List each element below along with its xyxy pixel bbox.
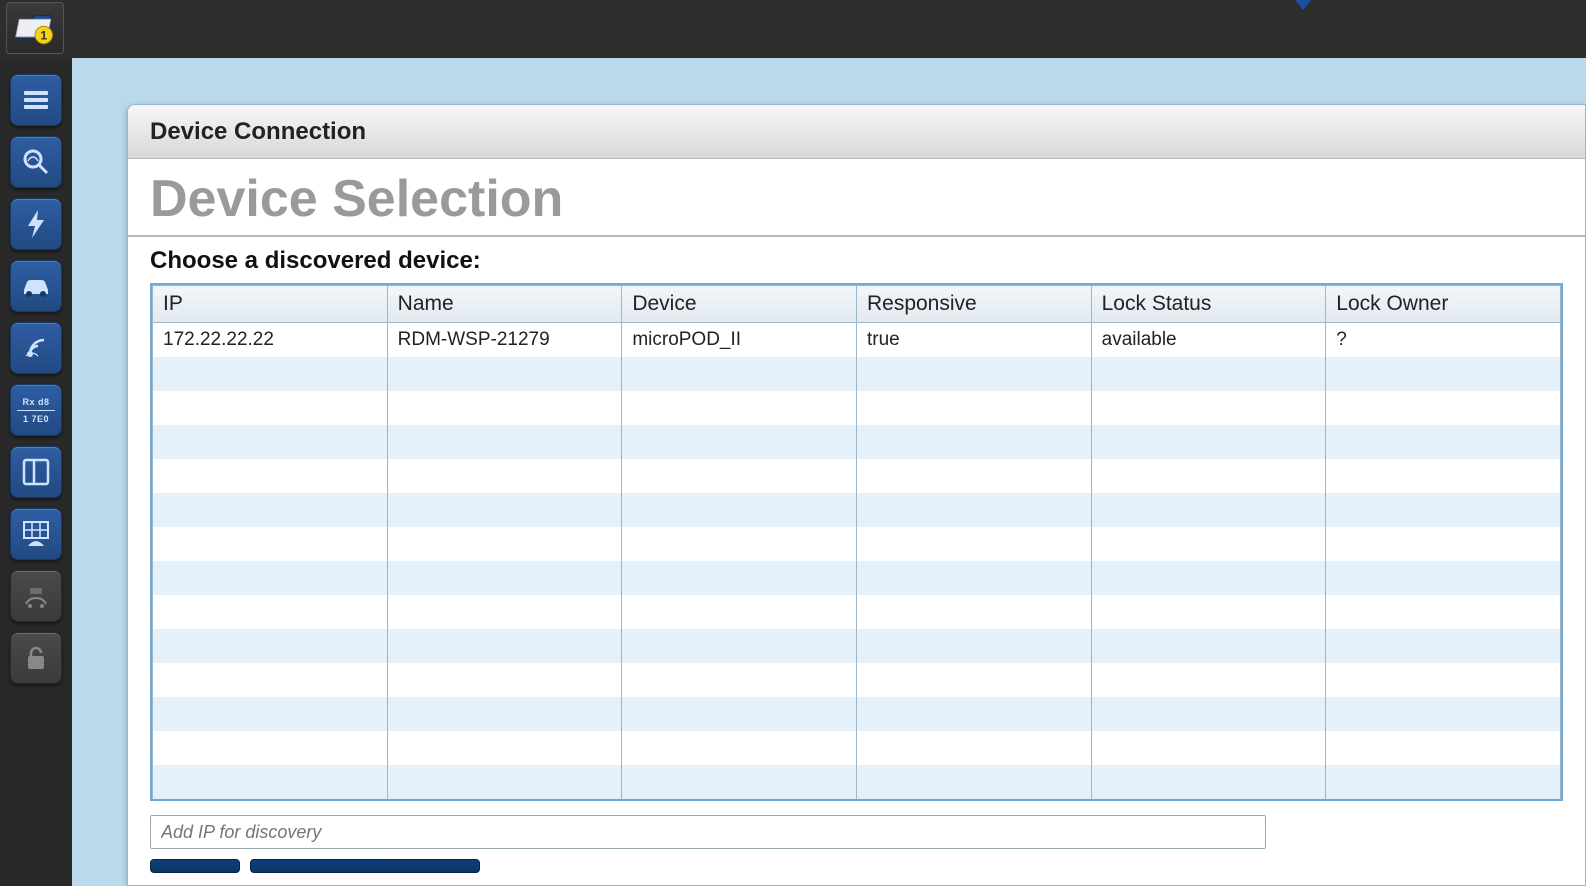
sidebar-vehicle-button[interactable] (10, 260, 62, 312)
search-car-icon (20, 146, 52, 178)
cursor-indicator (1295, 0, 1311, 10)
layout-icon (20, 456, 52, 488)
cell-device: microPOD_II (622, 323, 857, 358)
bottom-button-row (150, 859, 1563, 873)
panel-header-text: Device Connection (150, 118, 366, 146)
table-row[interactable]: 172.22.22.22RDM-WSP-21279microPOD_IItrue… (153, 323, 1561, 358)
bottom-button-2[interactable] (250, 859, 480, 873)
table-row-empty[interactable] (153, 697, 1561, 731)
col-header-lockstatus[interactable]: Lock Status (1091, 286, 1326, 323)
page-subtitle: Choose a discovered device: (128, 237, 1585, 283)
sidebar-flash-button[interactable] (10, 198, 62, 250)
table-row-empty[interactable] (153, 425, 1561, 459)
table-header-row: IP Name Device Responsive Lock Status Lo… (153, 286, 1561, 323)
cell-name: RDM-WSP-21279 (387, 323, 622, 358)
app-logo-button[interactable]: 1 (6, 2, 64, 54)
table-row-empty[interactable] (153, 493, 1561, 527)
menu-icon (20, 84, 52, 116)
bottom-button-1[interactable] (150, 859, 240, 873)
table-row-empty[interactable] (153, 663, 1561, 697)
rx-tx-icon: Rx d8 1 7E0 (17, 396, 55, 425)
car-icon (20, 270, 52, 302)
raw-line2: 1 7E0 (23, 413, 49, 425)
folder-badge-icon: 1 (14, 7, 56, 49)
table-row-empty[interactable] (153, 459, 1561, 493)
table-row-empty[interactable] (153, 561, 1561, 595)
sidebar-lock-button (10, 632, 62, 684)
device-connection-panel: Device Connection Device Selection Choos… (127, 104, 1586, 886)
sidebar-diagnose-button[interactable] (10, 136, 62, 188)
sidebar-wireless-button[interactable] (10, 322, 62, 374)
sidebar-menu-button[interactable] (10, 74, 62, 126)
cell-ip: 172.22.22.22 (153, 323, 388, 358)
cell-lock_status: available (1091, 323, 1326, 358)
sidebar-layout-button[interactable] (10, 446, 62, 498)
add-ip-input[interactable] (150, 815, 1266, 849)
bolt-icon (20, 208, 52, 240)
table-row-empty[interactable] (153, 731, 1561, 765)
col-header-responsive[interactable]: Responsive (856, 286, 1091, 323)
table-row-empty[interactable] (153, 391, 1561, 425)
sidebar-settings-button (10, 570, 62, 622)
cell-lock_owner: ? (1326, 323, 1561, 358)
sidebar-table-car-button[interactable] (10, 508, 62, 560)
col-header-device[interactable]: Device (622, 286, 857, 323)
ip-input-container (150, 815, 1563, 849)
table-row-empty[interactable] (153, 595, 1561, 629)
grid-car-icon (20, 518, 52, 550)
page-title: Device Selection (128, 159, 1585, 237)
cell-responsive: true (856, 323, 1091, 358)
topbar: 1 (0, 0, 1586, 58)
svg-text:1: 1 (40, 28, 47, 42)
table-row-empty[interactable] (153, 765, 1561, 799)
col-header-ip[interactable]: IP (153, 286, 388, 323)
raw-line1: Rx d8 (22, 396, 49, 408)
table-row-empty[interactable] (153, 357, 1561, 391)
gauge-icon (20, 580, 52, 612)
table-row-empty[interactable] (153, 629, 1561, 663)
col-header-lockowner[interactable]: Lock Owner (1326, 286, 1561, 323)
signal-icon (20, 332, 52, 364)
sidebar-raw-data-button[interactable]: Rx d8 1 7E0 (10, 384, 62, 436)
col-header-name[interactable]: Name (387, 286, 622, 323)
sidebar: Rx d8 1 7E0 (0, 58, 72, 886)
device-table-container: IP Name Device Responsive Lock Status Lo… (150, 283, 1563, 801)
workspace: Device Connection Device Selection Choos… (72, 58, 1586, 886)
panel-header: Device Connection (128, 105, 1585, 159)
device-table[interactable]: IP Name Device Responsive Lock Status Lo… (152, 285, 1561, 799)
table-row-empty[interactable] (153, 527, 1561, 561)
lock-icon (20, 642, 52, 674)
